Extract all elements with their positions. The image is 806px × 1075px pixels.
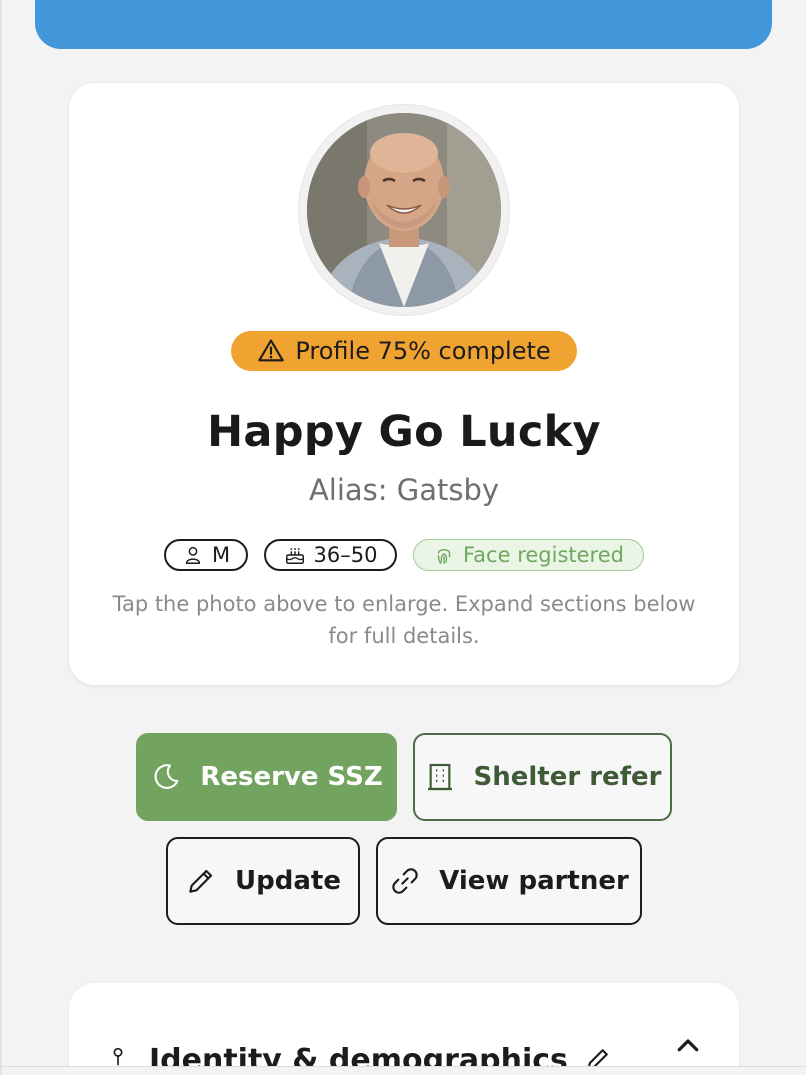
age-range-value: 36–50 — [313, 543, 378, 567]
chevron-up-icon[interactable] — [673, 1031, 703, 1061]
age-range-chip: 36–50 — [264, 539, 397, 571]
building-icon — [427, 763, 452, 791]
profile-card: Profile 75% complete Happy Go Lucky Alia… — [69, 83, 739, 685]
view-partner-label: View partner — [439, 866, 629, 896]
photo-hint-text: Tap the photo above to enlarge. Expand s… — [112, 592, 696, 648]
face-status-value: Face registered — [463, 543, 624, 567]
person-icon — [185, 546, 201, 564]
bottom-fade — [2, 1066, 806, 1075]
avatar-portrait-image — [307, 113, 501, 307]
profile-page: Profile 75% complete Happy Go Lucky Alia… — [0, 0, 806, 1075]
shelter-refer-label: Shelter refer — [473, 762, 662, 792]
reserve-ssz-button[interactable]: Reserve SSZ — [136, 733, 397, 821]
avatar-photo[interactable] — [307, 113, 501, 307]
pencil-icon — [189, 869, 213, 893]
face-registered-chip: Face registered — [413, 539, 644, 571]
update-button[interactable]: Update — [166, 837, 360, 925]
view-partner-button[interactable]: View partner — [376, 837, 642, 925]
identity-section-card: Identity & demographics — [69, 983, 739, 1075]
profile-completion-badge: Profile 75% complete — [231, 331, 577, 371]
gender-chip: M — [164, 539, 248, 571]
cake-icon — [285, 548, 304, 564]
fingerprint-icon — [437, 549, 451, 564]
client-alias: Alias: Gatsby — [308, 473, 500, 507]
moon-icon — [154, 764, 179, 789]
update-label: Update — [235, 866, 341, 896]
avatar[interactable] — [299, 105, 509, 315]
profile-completion-label: Profile 75% complete — [295, 337, 551, 365]
gender-value: M — [211, 543, 231, 567]
shelter-refer-button[interactable]: Shelter refer — [413, 733, 672, 821]
link-icon — [392, 868, 418, 894]
client-name: Happy Go Lucky — [207, 407, 601, 457]
warning-triangle-icon — [258, 339, 285, 362]
profile-chips: M 36–50 Face registered — [69, 539, 739, 571]
reserve-ssz-label: Reserve SSZ — [200, 762, 383, 792]
pin-icon — [113, 1047, 123, 1066]
top-banner — [35, 0, 772, 49]
